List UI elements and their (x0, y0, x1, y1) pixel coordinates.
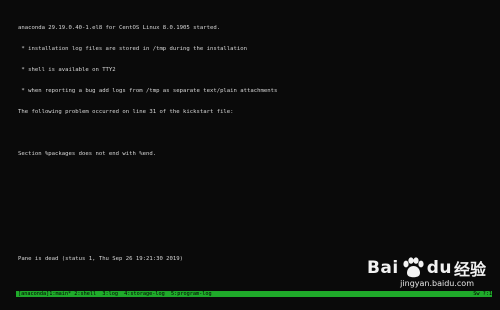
tmux-status-bar: [anaconda]1:main* 2:shell 3:log 4:storag… (16, 291, 492, 297)
console-line: anaconda 29.19.0.40-1.el8 for CentOS Lin… (18, 25, 221, 31)
console-line: * shell is available on TTY2 (18, 67, 116, 73)
watermark-brand-suffix: 经验 (453, 260, 486, 279)
baidu-watermark: Bai du 经验 (367, 256, 486, 280)
watermark-brand-right: du (426, 258, 452, 278)
watermark-url: jingyan.baidu.com (400, 279, 474, 288)
terminal-screen: anaconda 29.19.0.40-1.el8 for CentOS Lin… (0, 0, 500, 310)
watermark-brand-left: Bai (366, 258, 399, 278)
console-line: * installation log files are stored in /… (18, 46, 248, 52)
console-line: The following problem occurred on line 3… (18, 109, 234, 115)
tmux-window-list[interactable]: [anaconda]1:main* 2:shell 3:log 4:storag… (16, 291, 212, 297)
tmux-status-right: Sw ?:1 (473, 291, 492, 297)
console-line: * when reporting a bug add logs from /tm… (18, 88, 278, 94)
console-line: Section %packages does not end with %end… (18, 151, 157, 157)
paw-icon (403, 257, 424, 278)
pane-status-message: Pane is dead (status 1, Thu Sep 26 19:21… (18, 256, 184, 262)
console-output: anaconda 29.19.0.40-1.el8 for CentOS Lin… (18, 11, 490, 172)
